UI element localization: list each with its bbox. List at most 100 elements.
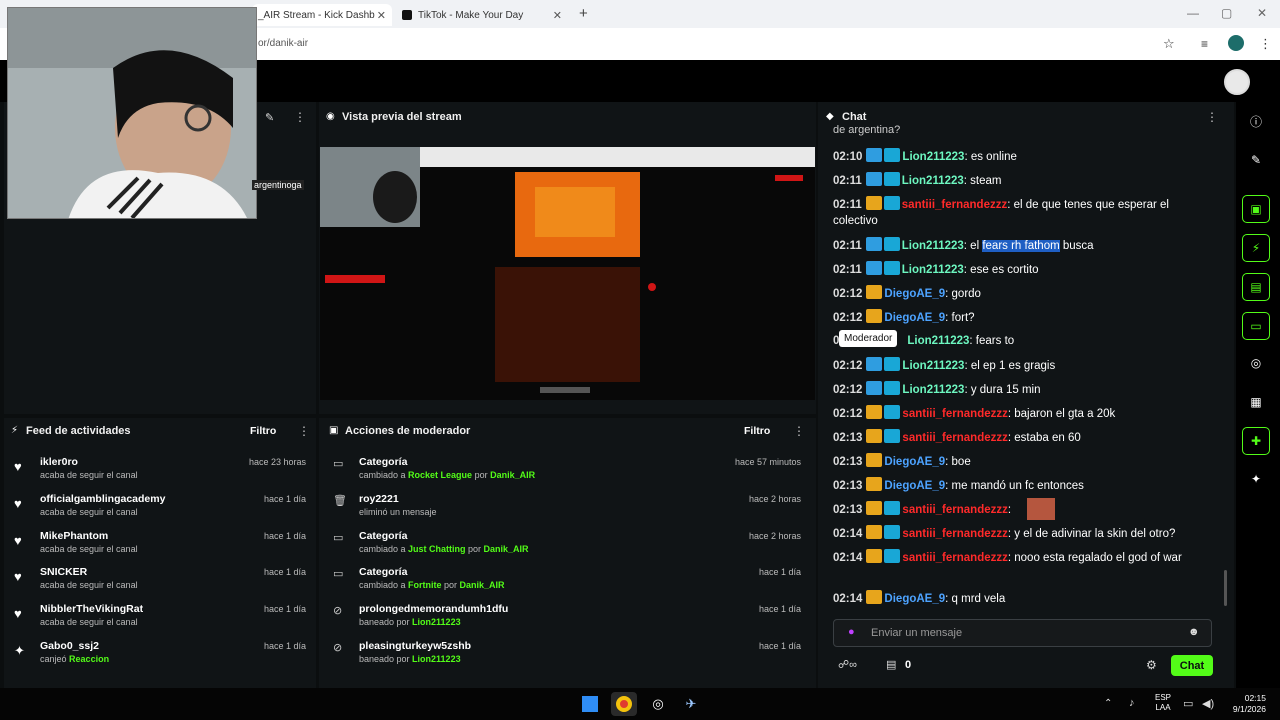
action-user[interactable]: Danik_AIR: [484, 544, 529, 554]
action-highlight[interactable]: Fortnite: [408, 580, 442, 590]
crown-badge-icon[interactable]: [866, 429, 883, 443]
mod-badge-icon[interactable]: [884, 148, 901, 162]
crown-badge-icon[interactable]: [866, 477, 883, 491]
storage-icon[interactable]: ▦: [1242, 388, 1270, 416]
chat-username[interactable]: santiii_fernandezzz: [902, 199, 1007, 211]
chat-username[interactable]: DiegoAE_9: [884, 312, 945, 324]
more-options-icon[interactable]: ⋮: [294, 110, 306, 124]
chat-username[interactable]: santiii_fernandezzz: [902, 408, 1007, 420]
crown-badge-icon[interactable]: [866, 501, 883, 515]
network-icon[interactable]: ▭: [1183, 697, 1193, 710]
tab-tiktok[interactable]: TikTok - Make Your Day ✕: [396, 4, 568, 26]
url-text[interactable]: or/danik-air: [258, 38, 308, 49]
mod-badge-icon[interactable]: [884, 501, 901, 515]
moderator-action-item[interactable]: ⊘ pleasingturkeyw5zshb baneado por Lion211…: [333, 640, 805, 676]
crown-badge-icon[interactable]: [866, 525, 883, 539]
chat-username[interactable]: santiii_fernandezzz: [902, 552, 1007, 564]
chat-username[interactable]: DiegoAE_9: [884, 480, 945, 492]
moderator-action-item[interactable]: 🗑 roy2221 eliminó un mensaje hace 2 horas: [333, 493, 805, 529]
mod-badge-icon[interactable]: [884, 525, 901, 539]
preview-toggle-icon[interactable]: ▣: [1242, 195, 1270, 223]
chat-input-placeholder[interactable]: Enviar un mensaje: [871, 627, 962, 639]
chat-username[interactable]: santiii_fernandezzz: [902, 432, 1007, 444]
activity-item[interactable]: ♥ SNICKER acaba de seguir el canal hace 1 d…: [14, 566, 314, 602]
tab-close-icon[interactable]: ✕: [377, 9, 386, 22]
pencil-icon[interactable]: ✎: [1242, 146, 1270, 174]
crown-badge-icon[interactable]: [865, 196, 882, 210]
crown-badge-icon[interactable]: [866, 590, 883, 604]
activity-item[interactable]: ✦ Gabo0_ssj2 canjeó Reaccion hace 1 día: [14, 640, 314, 676]
mod-badge-icon[interactable]: [884, 549, 901, 563]
crown-badge-icon[interactable]: [866, 549, 883, 563]
edit-pencil-icon[interactable]: ✎: [265, 111, 274, 124]
mod-badge-icon[interactable]: [883, 237, 900, 251]
chat-username[interactable]: Lion211223: [902, 175, 964, 187]
chat-toggle-icon[interactable]: ▭: [1242, 312, 1270, 340]
mod-tools-toggle-icon[interactable]: ✚: [1242, 427, 1270, 455]
minimize-icon[interactable]: —: [1187, 6, 1199, 20]
chat-username[interactable]: DiegoAE_9: [884, 456, 945, 468]
chat-username[interactable]: santiii_fernandezzz: [902, 504, 1007, 516]
sword-badge-icon[interactable]: [865, 261, 882, 275]
activity-username[interactable]: NibblerTheVikingRat: [40, 603, 143, 615]
tray-mic-icon[interactable]: ♪: [1129, 697, 1135, 709]
action-highlight[interactable]: Rocket League: [408, 470, 472, 480]
moderator-action-item[interactable]: ▭ Categoría cambiado a Just Chatting por D…: [333, 530, 805, 566]
window-close-icon[interactable]: ✕: [1257, 6, 1267, 20]
activity-more-icon[interactable]: ⋮: [298, 424, 310, 438]
activity-username[interactable]: officialgamblingacademy: [40, 493, 165, 505]
bookmark-star-icon[interactable]: ☆: [1163, 36, 1175, 52]
user-avatar[interactable]: [1224, 69, 1250, 95]
activity-item[interactable]: ♥ officialgamblingacademy acaba de seguir …: [14, 493, 314, 529]
action-highlight[interactable]: Lion211223: [412, 654, 461, 664]
mod-badge-icon[interactable]: [883, 196, 900, 210]
chat-username[interactable]: Lion211223: [907, 335, 969, 347]
activity-item[interactable]: ♥ NibblerTheVikingRat acaba de seguir el c…: [14, 603, 314, 639]
clock[interactable]: 02:15 9/1/2026: [1226, 693, 1266, 715]
chat-username[interactable]: DiegoAE_9: [884, 288, 945, 300]
language-indicator[interactable]: ESP LAA: [1155, 693, 1171, 713]
windows-start-icon[interactable]: [577, 692, 603, 716]
chat-username[interactable]: Lion211223: [902, 240, 964, 252]
chat-username[interactable]: DiegoAE_9: [884, 593, 945, 605]
mod-badge-icon[interactable]: [884, 381, 901, 395]
sword-badge-icon[interactable]: [866, 381, 883, 395]
moderator-filter-button[interactable]: Filtro: [744, 425, 770, 437]
activity-username[interactable]: MikePhantom: [40, 530, 108, 542]
tab-close-icon[interactable]: ✕: [553, 9, 562, 22]
mod-badge-icon[interactable]: [884, 405, 901, 419]
mod-badge-icon[interactable]: [884, 429, 901, 443]
tray-chevron-icon[interactable]: ⌃: [1104, 698, 1112, 709]
info-icon[interactable]: ⓘ: [1242, 107, 1270, 135]
mod-badge-icon[interactable]: [883, 261, 900, 275]
activity-username[interactable]: ikler0ro: [40, 456, 78, 468]
crown-badge-icon[interactable]: [866, 405, 883, 419]
stream-preview-video[interactable]: [320, 147, 815, 400]
steam-icon[interactable]: ✈: [678, 692, 704, 716]
notes-toggle-icon[interactable]: ▤: [1242, 273, 1270, 301]
profile-avatar-icon[interactable]: [1228, 35, 1244, 51]
moderator-action-item[interactable]: ⊘ prolongedmemorandumh1dfu baneado por Lio…: [333, 603, 805, 639]
activity-toggle-icon[interactable]: ⚡: [1242, 234, 1270, 262]
action-highlight[interactable]: Lion211223: [412, 617, 461, 627]
chat-username[interactable]: santiii_fernandezzz: [902, 528, 1007, 540]
obs-icon[interactable]: ◎: [645, 692, 671, 716]
sword-badge-icon[interactable]: [866, 148, 883, 162]
tab-kick-dashboard[interactable]: _AIR Stream - Kick Dashb ✕: [252, 4, 392, 26]
new-tab-button[interactable]: +: [579, 5, 588, 22]
sword-badge-icon[interactable]: [865, 172, 882, 186]
send-chat-button[interactable]: Chat: [1171, 655, 1213, 676]
chat-username[interactable]: Lion211223: [902, 264, 964, 276]
crown-badge-icon[interactable]: [866, 453, 883, 467]
activity-username[interactable]: Gabo0_ssj2: [40, 640, 99, 652]
activity-filter-button[interactable]: Filtro: [250, 425, 276, 437]
action-user[interactable]: Danik_AIR: [490, 470, 535, 480]
crown-badge-icon[interactable]: [866, 309, 883, 323]
chrome-icon[interactable]: [611, 692, 637, 716]
sword-badge-icon[interactable]: [866, 357, 883, 371]
mod-badge-icon[interactable]: [883, 172, 900, 186]
crown-badge-icon[interactable]: [866, 285, 883, 299]
moderator-action-item[interactable]: ▭ Categoría cambiado a Rocket League por D…: [333, 456, 805, 492]
activity-username[interactable]: SNICKER: [40, 566, 87, 578]
action-user[interactable]: Danik_AIR: [460, 580, 505, 590]
